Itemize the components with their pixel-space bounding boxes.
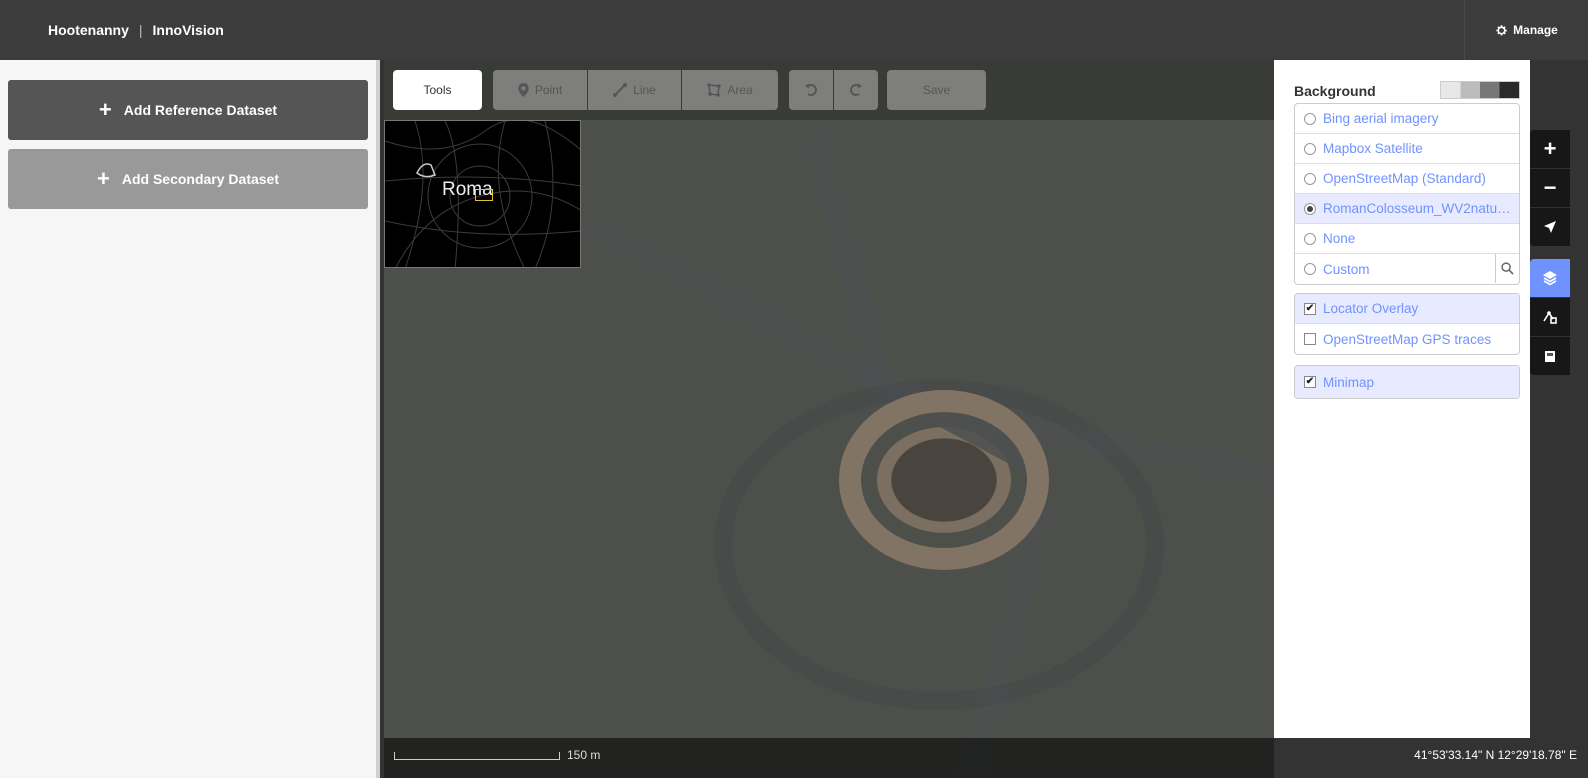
layers-icon [1543,271,1557,286]
point-label: Point [534,83,563,97]
map-footer: 150 m [384,738,1274,778]
redo-icon [850,83,862,96]
add-area-button[interactable]: Area [682,70,778,110]
book-icon [1545,351,1555,362]
source-none[interactable]: None [1295,224,1519,254]
help-button[interactable] [1530,337,1570,375]
map-data-icon [1543,311,1557,324]
line-label: Line [633,83,656,97]
source-label: Mapbox Satellite [1323,141,1423,156]
source-osm-standard[interactable]: OpenStreetMap (Standard) [1295,164,1519,194]
tools-button[interactable]: Tools [393,70,482,110]
checkbox-checked[interactable]: ✔ [1304,302,1316,315]
overlay-label: Locator Overlay [1323,301,1419,316]
overlay-list: ✔ Locator Overlay OpenStreetMap GPS trac… [1294,293,1520,355]
background-source-list: Bing aerial imagery Mapbox Satellite Ope… [1294,103,1520,285]
brand-separator: | [138,22,143,38]
checkbox-checked[interactable]: ✔ [1304,376,1316,388]
radio-button[interactable] [1304,172,1316,185]
radio-button[interactable] [1304,202,1316,215]
add-reference-dataset-button[interactable]: + Add Reference Dataset [8,80,368,140]
add-secondary-dataset-button[interactable]: + Add Secondary Dataset [8,149,368,209]
source-label: Custom [1323,261,1370,277]
overlay-locator[interactable]: ✔ Locator Overlay [1295,294,1519,324]
toolbar: Tools Point Line Area Save [384,60,1274,120]
minimap-toggle-list: ✔ Minimap [1294,365,1520,399]
map-data-button[interactable] [1530,298,1570,336]
source-label: RomanColosseum_WV2natural [1323,201,1511,216]
scale-bar [394,752,560,760]
locate-arrow-icon [1544,221,1556,233]
minimap-toggle[interactable]: ✔ Minimap [1295,366,1519,398]
line-icon [613,83,628,97]
manage-button[interactable]: Manage [1464,0,1588,60]
minimap[interactable]: Roma [384,120,581,268]
top-bar: Hootenanny | InnoVision Manage [0,0,1588,60]
opacity-slider[interactable] [1440,81,1520,99]
source-label: Bing aerial imagery [1323,111,1439,126]
point-icon [518,83,529,97]
minimap-toggle-label: Minimap [1323,374,1375,390]
undo-button[interactable] [789,70,833,110]
undo-icon [805,83,817,96]
overlay-label: OpenStreetMap GPS traces [1323,331,1492,347]
product-name[interactable]: InnoVision [153,22,224,38]
redo-button[interactable] [834,70,878,110]
radio-button[interactable] [1304,142,1316,155]
source-custom[interactable]: Custom [1295,254,1519,284]
manage-label: Manage [1513,23,1558,37]
plus-icon: + [96,166,110,191]
add-point-button[interactable]: Point [493,70,587,110]
plus-icon: + [98,97,112,122]
zoom-out-icon: − [1543,175,1557,200]
save-button[interactable]: Save [887,70,986,110]
checkbox-unchecked[interactable] [1304,333,1316,345]
zoom-in-button[interactable]: + [1530,130,1570,168]
map-colosseum [839,390,1049,570]
background-panel: Background Bing aerial imagery Mapbox Sa… [1274,60,1530,738]
add-secondary-label: Add Secondary Dataset [121,171,280,187]
brand: Hootenanny | InnoVision [48,22,224,38]
gear-icon [1496,24,1507,35]
radio-button[interactable] [1304,112,1316,125]
geolocate-button[interactable] [1530,208,1570,246]
source-label: OpenStreetMap (Standard) [1323,171,1486,186]
background-title: Background [1294,83,1376,99]
zoom-in-icon: + [1543,136,1557,161]
zoom-out-button[interactable]: − [1530,169,1570,207]
background-layers-button[interactable] [1530,259,1570,297]
area-label: Area [727,83,753,97]
add-reference-label: Add Reference Dataset [123,102,278,118]
add-line-button[interactable]: Line [588,70,681,110]
source-roman-colosseum[interactable]: RomanColosseum_WV2natural [1295,194,1519,224]
scale-label: 150 m [567,748,601,762]
custom-search-button[interactable] [1495,254,1519,283]
minimap-viewport[interactable] [475,189,493,201]
tools-label: Tools [423,83,452,97]
brand-name[interactable]: Hootenanny [48,22,129,38]
search-icon [1501,262,1514,275]
source-label: None [1323,231,1356,246]
radio-button[interactable] [1304,263,1316,275]
save-label: Save [922,83,951,97]
dataset-sidebar: + Add Reference Dataset + Add Secondary … [0,60,380,778]
radio-button[interactable] [1304,232,1316,245]
map-canvas[interactable]: Tools Point Line Area Save Roma 150 m [384,60,1274,778]
source-mapbox[interactable]: Mapbox Satellite [1295,134,1519,164]
area-icon [707,83,722,97]
overlay-gps-traces[interactable]: OpenStreetMap GPS traces [1295,324,1519,354]
source-bing[interactable]: Bing aerial imagery [1295,104,1519,134]
cursor-coordinates: 41°53'33.14" N 12°29'18.78" E [1414,748,1577,762]
